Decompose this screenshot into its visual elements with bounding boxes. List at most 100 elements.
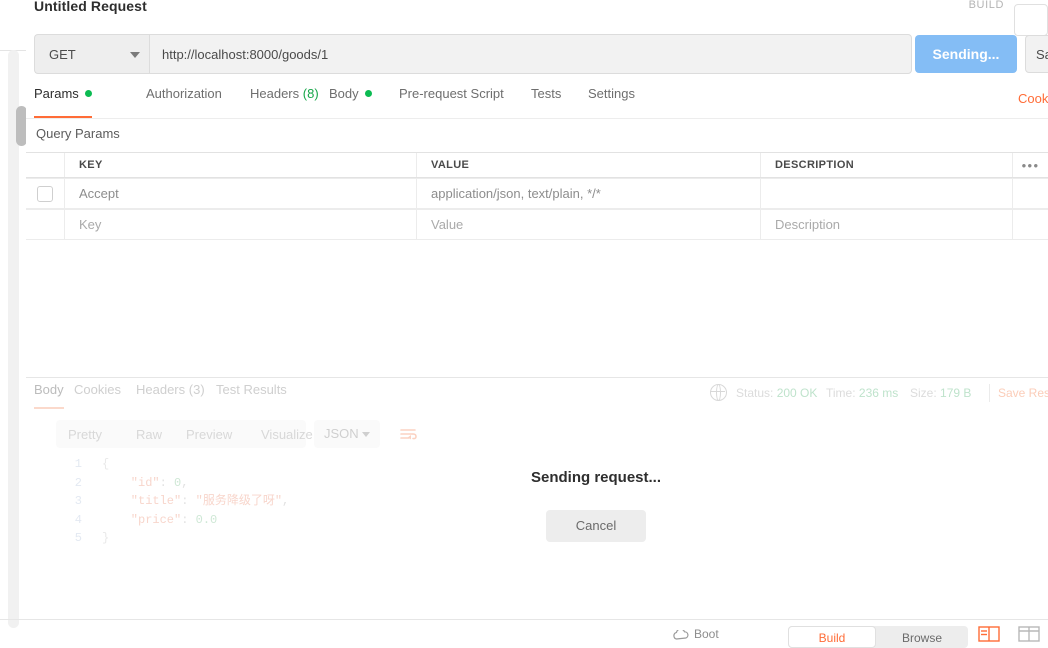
time-badge: Time: 236 ms <box>826 386 898 400</box>
tab-pre-request-script[interactable]: Pre-request Script <box>399 86 504 116</box>
response-tab-test-results-label: Test Results <box>216 382 287 397</box>
size-badge: Size: 179 B <box>910 386 971 400</box>
bottom-status-text: Boot <box>694 627 719 641</box>
time-value: 236 ms <box>858 386 899 400</box>
code-line-numbers: 12345 <box>74 457 82 545</box>
header-description: DESCRIPTION <box>761 153 1013 177</box>
row-value-value: application/json, text/plain, */* <box>431 186 601 201</box>
view-preview-label: Preview <box>186 426 233 442</box>
header-value: VALUE <box>417 153 761 177</box>
row-key-cell[interactable]: Accept <box>65 179 417 208</box>
tab-tests-label: Tests <box>531 86 562 101</box>
row-checkbox[interactable] <box>37 185 53 202</box>
row-description-cell[interactable] <box>761 179 1013 208</box>
row-checkbox-cell <box>26 210 65 239</box>
response-body-toolbar: Pretty Raw Preview Visualize JSON <box>26 420 1048 450</box>
view-raw[interactable]: Raw <box>136 420 162 448</box>
code-content[interactable]: { "id": 0, "title": "服务降级了呀", "price": 0… <box>102 455 289 548</box>
response-active-tab-underline <box>34 407 64 409</box>
tab-authorization[interactable]: Authorization <box>146 86 222 116</box>
meta-divider <box>989 384 990 402</box>
split-layout-icon[interactable] <box>1018 626 1040 642</box>
row-menu-cell <box>1013 210 1048 239</box>
size-value: 179 B <box>940 386 972 400</box>
send-button[interactable]: Sending... <box>915 35 1017 73</box>
save-response-button[interactable]: Save Res <box>998 386 1048 400</box>
tab-settings[interactable]: Settings <box>588 86 635 116</box>
left-rail <box>0 0 27 637</box>
table-options-button[interactable]: ••• <box>1013 153 1048 177</box>
view-raw-label: Raw <box>136 426 163 442</box>
row-value-cell[interactable]: application/json, text/plain, */* <box>417 179 761 208</box>
page-title: Untitled Request <box>34 0 147 14</box>
response-tab-body[interactable]: Body <box>34 382 64 409</box>
response-tab-headers[interactable]: Headers (3) <box>136 382 205 406</box>
row-value-placeholder: Value <box>431 217 464 232</box>
tab-settings-label: Settings <box>588 86 635 101</box>
postman-window: Untitled Request BUILD GET http://localh… <box>0 0 1048 648</box>
green-dot-icon <box>364 90 372 97</box>
http-method-label: GET <box>49 47 76 62</box>
http-method-select[interactable]: GET <box>34 34 149 74</box>
row-value-cell[interactable]: Value <box>417 210 761 239</box>
view-visualize-label: Visualize <box>261 426 313 442</box>
vertical-scrollbar-track[interactable] <box>8 50 27 628</box>
cancel-button[interactable]: Cancel <box>546 510 646 542</box>
build-mode-button[interactable] <box>1014 4 1048 36</box>
tab-body-label: Body <box>329 86 359 101</box>
row-menu-cell <box>1013 179 1048 208</box>
globe-icon <box>709 383 727 401</box>
save-button[interactable]: Sa <box>1025 35 1048 73</box>
two-pane-layout-icon[interactable] <box>978 626 1000 642</box>
tab-body[interactable]: Body <box>329 86 372 116</box>
view-preview[interactable]: Preview <box>186 420 232 448</box>
response-format-select[interactable]: JSON <box>314 420 380 448</box>
cookies-link[interactable]: Cook <box>1018 91 1048 106</box>
bottom-bar-divider <box>0 619 1048 620</box>
tab-headers[interactable]: Headers (8) <box>250 86 319 116</box>
table-row[interactable]: Accept application/json, text/plain, */* <box>26 178 1048 209</box>
title-row: Untitled Request BUILD <box>26 0 1048 36</box>
row-key-value: Accept <box>79 186 119 201</box>
save-button-label: Sa <box>1036 47 1048 62</box>
response-tab-headers-count: (3) <box>188 382 205 397</box>
query-params-table: KEY VALUE DESCRIPTION ••• Accept applica… <box>26 152 1048 240</box>
ellipsis-icon: ••• <box>1021 157 1040 173</box>
chevron-down-icon <box>362 432 370 437</box>
row-description-cell[interactable]: Description <box>761 210 1013 239</box>
tab-authorization-label: Authorization <box>146 86 222 101</box>
response-format-label: JSON <box>324 426 359 441</box>
table-row[interactable]: Key Value Description <box>26 209 1048 240</box>
response-tab-test-results[interactable]: Test Results <box>216 382 287 406</box>
time-label: Time: <box>826 386 856 400</box>
view-pretty-label: Pretty <box>68 426 102 442</box>
tab-params-label: Params <box>34 86 79 101</box>
view-visualize[interactable]: Visualize <box>261 420 313 448</box>
wrap-text-icon[interactable] <box>394 420 422 448</box>
row-key-placeholder: Key <box>79 217 102 232</box>
tab-headers-count: (8) <box>302 86 319 101</box>
response-tab-headers-label: Headers <box>136 382 186 397</box>
build-mode-label: BUILD <box>968 0 1004 11</box>
view-pretty[interactable]: Pretty <box>68 420 102 448</box>
loading-overlay: Sending request... Cancel <box>426 460 766 560</box>
green-dot-icon <box>84 90 92 97</box>
tab-params[interactable]: Params <box>34 86 92 118</box>
row-description-placeholder: Description <box>775 217 841 232</box>
size-label: Size: <box>910 386 937 400</box>
response-tab-cookies-label: Cookies <box>74 382 121 397</box>
row-key-cell[interactable]: Key <box>65 210 417 239</box>
row-checkbox-cell <box>26 179 65 208</box>
response-tab-body-label: Body <box>34 382 64 397</box>
status-badge: Status: 200 OK <box>736 386 817 400</box>
tab-tests[interactable]: Tests <box>531 86 561 116</box>
url-input[interactable]: http://localhost:8000/goods/1 <box>149 34 912 74</box>
response-divider <box>26 377 1048 378</box>
status-value: 200 OK <box>776 386 818 400</box>
loading-title: Sending request... <box>530 469 662 486</box>
request-tabs: Params Authorization Headers (8) Body Pr… <box>26 86 1048 118</box>
toggle-browse-label[interactable]: Browse <box>876 631 968 645</box>
header-key: KEY <box>65 153 417 177</box>
chevron-down-icon <box>130 52 140 58</box>
response-tab-cookies[interactable]: Cookies <box>74 382 121 406</box>
